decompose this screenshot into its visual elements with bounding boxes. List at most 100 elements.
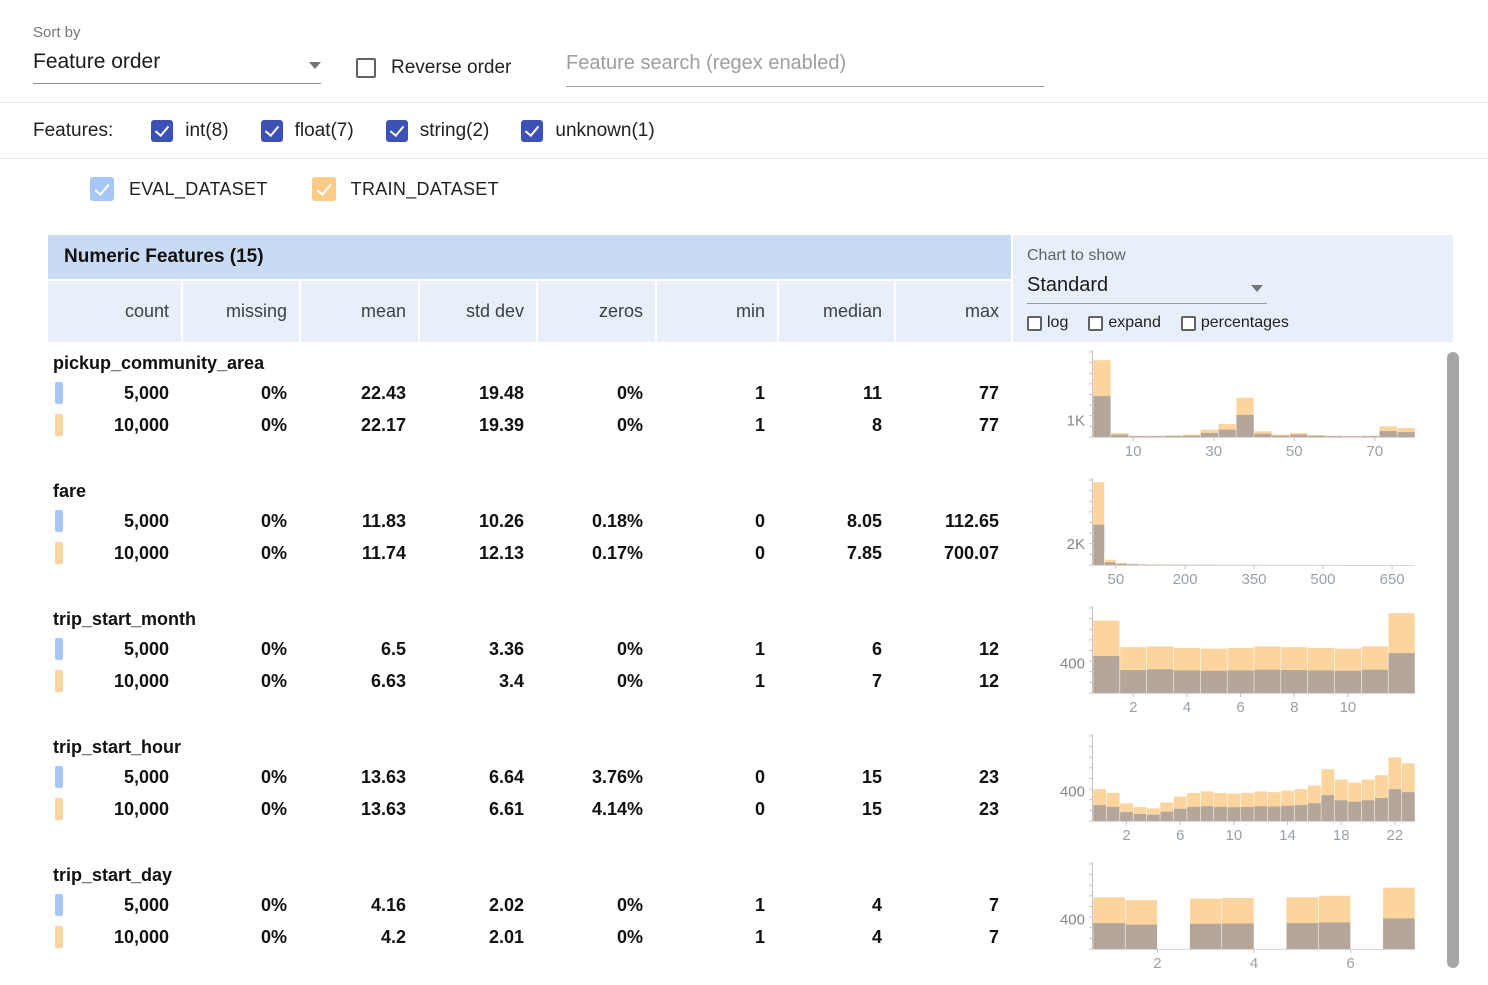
stat-value-missing: 0%	[183, 895, 299, 916]
chart-toggle-checkbox-percentages[interactable]	[1181, 316, 1196, 331]
stat-value-max: 112.65	[896, 511, 1011, 532]
eval-bar	[1321, 795, 1334, 821]
stat-value-max: 23	[896, 767, 1011, 788]
eval-marker	[55, 382, 63, 404]
eval-bar	[1388, 653, 1414, 693]
chart-toggle-label: percentages	[1201, 314, 1289, 332]
axis-tick-label: 6	[1346, 955, 1354, 972]
feature-chart: 246400	[1011, 857, 1419, 985]
eval-marker	[55, 894, 63, 916]
feature-stats: trip_start_day5,0000%4.162.020%14710,000…	[48, 857, 1011, 985]
chart-toggle-log[interactable]: log	[1027, 314, 1068, 332]
stat-value-median: 15	[779, 799, 894, 820]
table-header: Numeric Features (15) countmissingmeanst…	[48, 235, 1488, 342]
stat-value-missing: 0%	[183, 767, 299, 788]
eval-bar	[1129, 436, 1146, 437]
feature-type-label: int(8)	[185, 120, 228, 142]
feature-type-filter-0[interactable]: int(8)	[151, 120, 228, 142]
stat-value-mean: 13.63	[301, 767, 418, 788]
column-header-max: max	[896, 281, 1011, 342]
stat-value-std-dev: 3.4	[420, 671, 536, 692]
table-header-left: Numeric Features (15) countmissingmeanst…	[48, 235, 1011, 342]
stat-value-median: 7.85	[779, 543, 894, 564]
axis-tick-label: 10	[1226, 827, 1243, 844]
axis-tick-label: 200	[1173, 571, 1198, 588]
feature-type-filter-3[interactable]: unknown(1)	[521, 120, 654, 142]
dataset-checkbox-1[interactable]	[312, 177, 336, 201]
axis-tick-label: 500	[1310, 571, 1335, 588]
stat-value-missing: 0%	[183, 639, 299, 660]
feature-type-filter-2[interactable]: string(2)	[386, 120, 490, 142]
stat-value-mean: 22.17	[301, 415, 418, 436]
dataset-checkbox-0[interactable]	[90, 177, 114, 201]
eval-bar	[1308, 803, 1321, 821]
dataset-toggle-0[interactable]: EVAL_DATASET	[90, 177, 268, 201]
chart-toggle-percentages[interactable]: percentages	[1181, 314, 1289, 332]
feature-chart: 103050701K	[1011, 345, 1419, 473]
eval-bar	[1308, 670, 1334, 693]
feature-type-filter-1[interactable]: float(7)	[261, 120, 354, 142]
stats-row-eval: 5,0000%6.53.360%1612	[48, 633, 1011, 665]
stat-value-missing: 0%	[183, 383, 299, 404]
chart-toggle-checkbox-expand[interactable]	[1088, 316, 1103, 331]
stat-value-zeros: 4.14%	[538, 799, 655, 820]
stat-value-min: 1	[657, 895, 777, 916]
stat-value-min: 0	[657, 543, 777, 564]
eval-bar	[1126, 925, 1158, 949]
eval-bar	[1295, 805, 1308, 821]
stat-value-zeros: 0%	[538, 927, 655, 948]
stat-value-count: 10,000	[48, 799, 181, 820]
axis-tick-label: 14	[1279, 827, 1296, 844]
stat-value-std-dev: 19.39	[420, 415, 536, 436]
stat-value-mean: 6.63	[301, 671, 418, 692]
axis-tick-label: 30	[1205, 443, 1222, 460]
feature-type-checkbox-3[interactable]	[521, 120, 543, 142]
numeric-features-table: Numeric Features (15) countmissingmeanst…	[48, 235, 1488, 985]
stats-row-train: 10,0000%4.22.010%147	[48, 921, 1011, 953]
feature-type-checkbox-2[interactable]	[386, 120, 408, 142]
stat-value-count: 5,000	[48, 767, 181, 788]
stat-value-std-dev: 10.26	[420, 511, 536, 532]
search-input[interactable]	[566, 52, 1044, 87]
train-marker	[55, 542, 63, 564]
stats-row-eval: 5,0000%22.4319.480%11177	[48, 377, 1011, 409]
eval-bar	[1105, 562, 1116, 565]
eval-bar	[1174, 670, 1200, 693]
reverse-order-control[interactable]: Reverse order	[356, 57, 511, 79]
histogram-chart: 502003505006502K	[1041, 477, 1419, 595]
feature-type-filterbar: Features: int(8)float(7)string(2)unknown…	[0, 103, 1488, 159]
feature-type-checkbox-1[interactable]	[261, 120, 283, 142]
stat-value-median: 8.05	[779, 511, 894, 532]
stat-value-max: 7	[896, 927, 1011, 948]
sort-by-select[interactable]: Feature order	[33, 50, 321, 84]
eval-bar	[1165, 436, 1182, 437]
stat-value-median: 4	[779, 895, 894, 916]
eval-bar	[1388, 789, 1401, 821]
chart-toggle-checkbox-log[interactable]	[1027, 316, 1042, 331]
feature-stats: trip_start_month5,0000%6.53.360%161210,0…	[48, 601, 1011, 729]
scrollbar-thumb[interactable]	[1447, 352, 1459, 968]
eval-bar	[1397, 432, 1414, 437]
stat-value-mean: 22.43	[301, 383, 418, 404]
stat-value-missing: 0%	[183, 511, 299, 532]
eval-bar	[1160, 812, 1173, 821]
chart-toggle-expand[interactable]: expand	[1088, 314, 1161, 332]
chart-type-select[interactable]: Standard	[1027, 265, 1267, 304]
stat-value-count: 5,000	[48, 639, 181, 660]
eval-bar	[1281, 806, 1294, 821]
axis-tick-label: 50	[1108, 571, 1125, 588]
toolbar: Sort by Feature order Reverse order	[0, 0, 1488, 103]
feature-name: trip_start_hour	[48, 729, 1011, 761]
stats-row-train: 10,0000%22.1719.390%1877	[48, 409, 1011, 441]
dataset-toggle-1[interactable]: TRAIN_DATASET	[312, 177, 499, 201]
eval-bar	[1120, 812, 1133, 821]
eval-bar	[1222, 924, 1254, 950]
stat-value-mean: 11.74	[301, 543, 418, 564]
reverse-order-checkbox[interactable]	[356, 58, 376, 78]
eval-marker	[55, 766, 63, 788]
eval-bar	[1093, 805, 1106, 821]
feature-type-checkbox-0[interactable]	[151, 120, 173, 142]
axis-tick-label: 400	[1060, 655, 1085, 672]
eval-bar	[1281, 670, 1307, 693]
dataset-legend: EVAL_DATASET TRAIN_DATASET	[0, 159, 1488, 219]
